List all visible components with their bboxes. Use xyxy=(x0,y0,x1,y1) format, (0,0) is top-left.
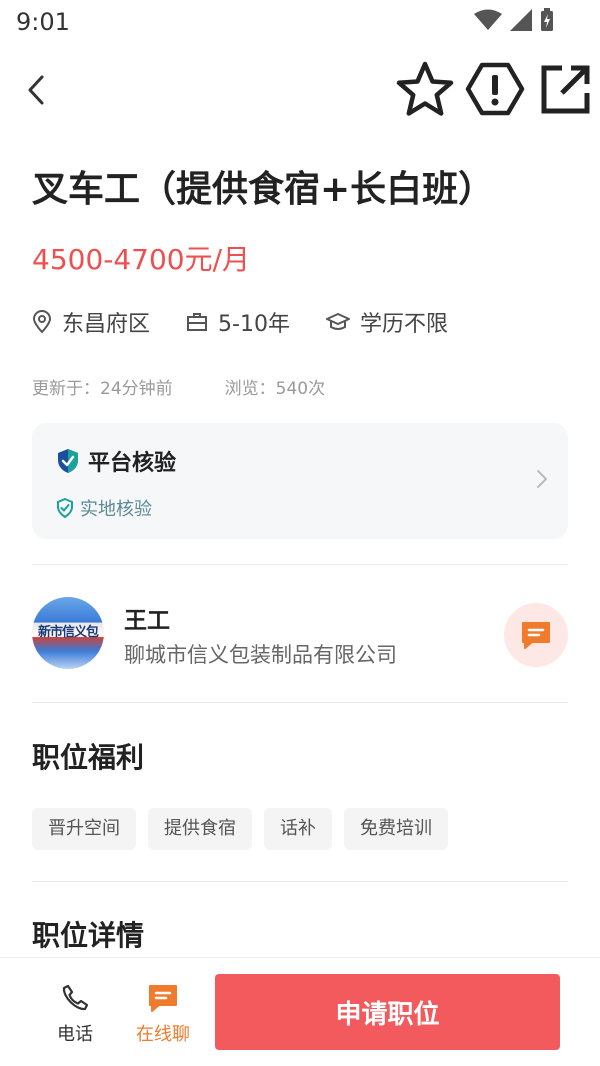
top-nav-bar xyxy=(0,54,600,126)
signal-icon xyxy=(510,9,532,31)
location-item: 东昌府区 xyxy=(32,306,150,338)
phone-label: 电话 xyxy=(57,1024,93,1045)
status-time: 9:01 xyxy=(16,8,70,36)
view-count: 浏览：540次 xyxy=(224,379,326,399)
benefits-title: 职位福利 xyxy=(32,741,145,774)
wifi-icon xyxy=(474,9,502,30)
star-icon xyxy=(396,61,454,116)
verification-sub: 实地核验 xyxy=(56,495,152,521)
status-bar: 9:01 xyxy=(0,0,600,46)
graduation-cap-icon xyxy=(325,313,350,330)
chat-recruiter-button[interactable] xyxy=(504,603,568,667)
details-title: 职位详情 xyxy=(32,919,145,952)
experience-item: 5-10年 xyxy=(186,306,290,338)
apply-button[interactable]: 申请职位 xyxy=(215,974,560,1050)
verification-title: 平台核验 xyxy=(88,451,177,476)
location-text: 东昌府区 xyxy=(62,312,151,337)
chat-label: 在线聊 xyxy=(136,1024,190,1045)
verification-header: 平台核验 xyxy=(56,445,176,477)
chevron-right-icon xyxy=(537,470,547,488)
location-pin-icon xyxy=(32,310,52,334)
verification-sub-label: 实地核验 xyxy=(80,499,152,520)
chat-bubble-icon xyxy=(149,985,177,1012)
job-title: 叉车工（提供食宿+长白班） xyxy=(32,169,495,210)
briefcase-icon xyxy=(187,313,208,331)
phone-icon xyxy=(62,984,89,1011)
benefit-tag: 免费培训 xyxy=(344,808,448,850)
verification-card[interactable]: 平台核验 实地核验 xyxy=(32,423,568,539)
education-item: 学历不限 xyxy=(325,306,448,338)
job-stats-row: 更新于：24分钟前 浏览：540次 xyxy=(32,374,325,399)
report-icon xyxy=(465,62,525,116)
share-button[interactable] xyxy=(536,58,596,120)
online-chat-button[interactable]: 在线聊 xyxy=(127,982,199,1046)
bottom-action-bar: 电话 在线聊 申请职位 xyxy=(0,957,600,1066)
report-button[interactable] xyxy=(464,58,526,120)
share-icon xyxy=(541,65,590,114)
experience-text: 5-10年 xyxy=(218,312,290,337)
divider xyxy=(32,564,568,565)
divider xyxy=(32,702,568,703)
shield-check-icon xyxy=(58,449,78,473)
phone-button[interactable]: 电话 xyxy=(39,982,111,1046)
job-meta-row: 东昌府区 5-10年 学历不限 xyxy=(32,306,448,338)
battery-icon xyxy=(541,8,553,31)
divider xyxy=(32,881,568,882)
chevron-left-icon xyxy=(28,75,44,105)
education-text: 学历不限 xyxy=(359,312,448,337)
updated-time: 更新于：24分钟前 xyxy=(32,379,173,399)
recruiter-row[interactable]: 新市信义包 王工 聊城市信义包装制品有限公司 xyxy=(32,597,568,671)
avatar[interactable]: 新市信义包 xyxy=(32,597,104,669)
benefit-tag: 晋升空间 xyxy=(32,808,136,850)
job-salary: 4500-4700元/月 xyxy=(32,243,251,276)
benefit-tag: 提供食宿 xyxy=(148,808,252,850)
status-icons xyxy=(474,8,554,32)
back-button[interactable] xyxy=(20,68,52,112)
favorite-button[interactable] xyxy=(394,58,456,120)
benefit-tag: 话补 xyxy=(264,808,332,850)
company-name: 聊城市信义包装制品有限公司 xyxy=(124,643,397,667)
avatar-text: 新市信义包 xyxy=(37,625,99,640)
chat-bubble-icon xyxy=(522,622,550,649)
verification-arrow xyxy=(536,469,548,493)
benefit-tags: 晋升空间 提供食宿 话补 免费培训 xyxy=(32,808,448,850)
recruiter-name: 王工 xyxy=(124,608,170,634)
shield-check-small-icon xyxy=(57,498,73,518)
